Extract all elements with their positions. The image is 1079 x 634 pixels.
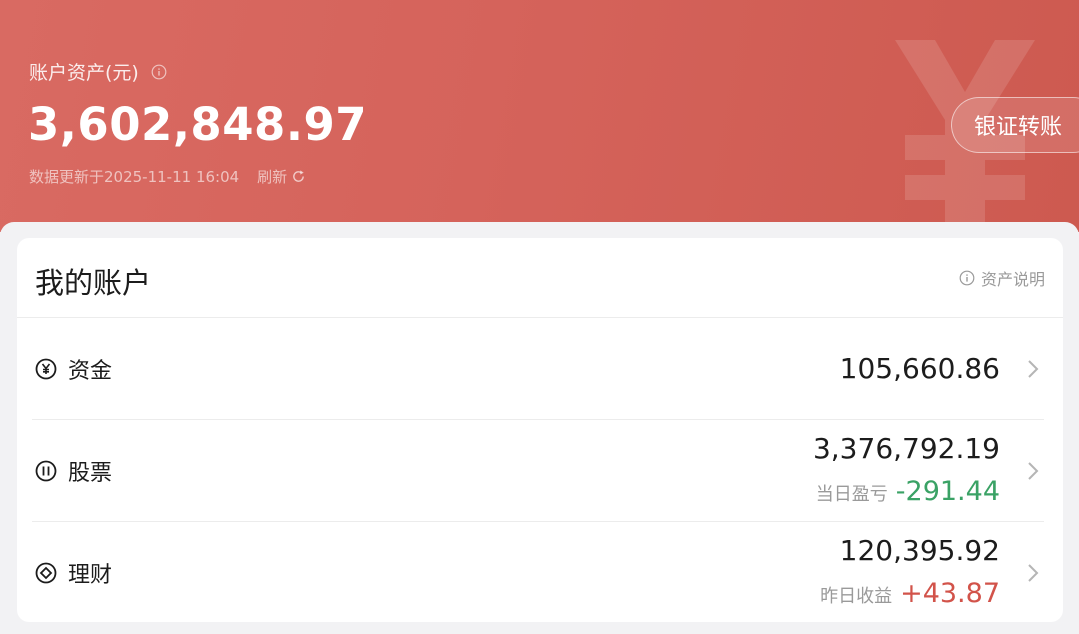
yesterday-income-label: 昨日收益 [820,586,893,607]
total-assets-value: 3,602,848.97 [28,98,368,151]
chevron-right-icon [1028,359,1039,378]
stocks-row[interactable]: 股票 3,376,792.19 当日盈亏 -291.44 [32,420,1044,522]
assets-header: 账户资产(元) 3,602,848.97 数据更新于2025-11-11 16:… [0,0,1079,232]
asset-note-link[interactable]: 资产说明 [959,266,1045,290]
info-icon [959,270,975,286]
wealth-row[interactable]: 理财 120,395.92 昨日收益 +43.87 [32,522,1044,624]
diamond-circle-icon [35,562,57,584]
chevron-right-icon [1028,564,1039,582]
refresh-button[interactable]: 刷新 [257,166,306,187]
stocks-value: 3,376,792.19 [812,432,1000,465]
stock-circle-icon [35,460,57,481]
stocks-label: 股票 [68,460,113,486]
funds-label: 资金 [68,358,113,384]
bank-transfer-button[interactable]: 银证转账 [951,97,1079,153]
card-title: 我的账户 [35,266,152,300]
refresh-label: 刷新 [257,168,288,186]
yen-circle-icon [35,358,57,379]
chevron-right-icon [1028,461,1039,480]
stocks-daily-pnl: 当日盈亏 -291.44 [816,476,1000,507]
asset-label-row: 账户资产(元) [29,58,167,85]
daily-pnl-label: 当日盈亏 [815,484,888,505]
funds-value: 105,660.86 [839,352,1000,385]
my-account-card: 我的账户 资产说明 资金 105,660.86 股票 3,376,792.19 … [17,238,1063,622]
funds-row[interactable]: 资金 105,660.86 [32,318,1044,420]
card-header: 我的账户 资产说明 [17,238,1063,318]
wealth-yesterday-income: 昨日收益 +43.87 [820,578,1000,609]
daily-pnl-value: -291.44 [895,476,1000,507]
yesterday-income-value: +43.87 [900,578,1000,609]
update-row: 数据更新于2025-11-11 16:04 刷新 [29,166,306,187]
info-icon[interactable] [151,64,167,80]
asset-note-label: 资产说明 [980,270,1045,289]
wealth-value: 120,395.92 [839,534,1000,567]
update-timestamp: 数据更新于2025-11-11 16:04 [29,168,240,186]
refresh-icon [293,170,305,182]
wealth-label: 理财 [68,563,113,588]
asset-label: 账户资产(元) [29,62,139,84]
